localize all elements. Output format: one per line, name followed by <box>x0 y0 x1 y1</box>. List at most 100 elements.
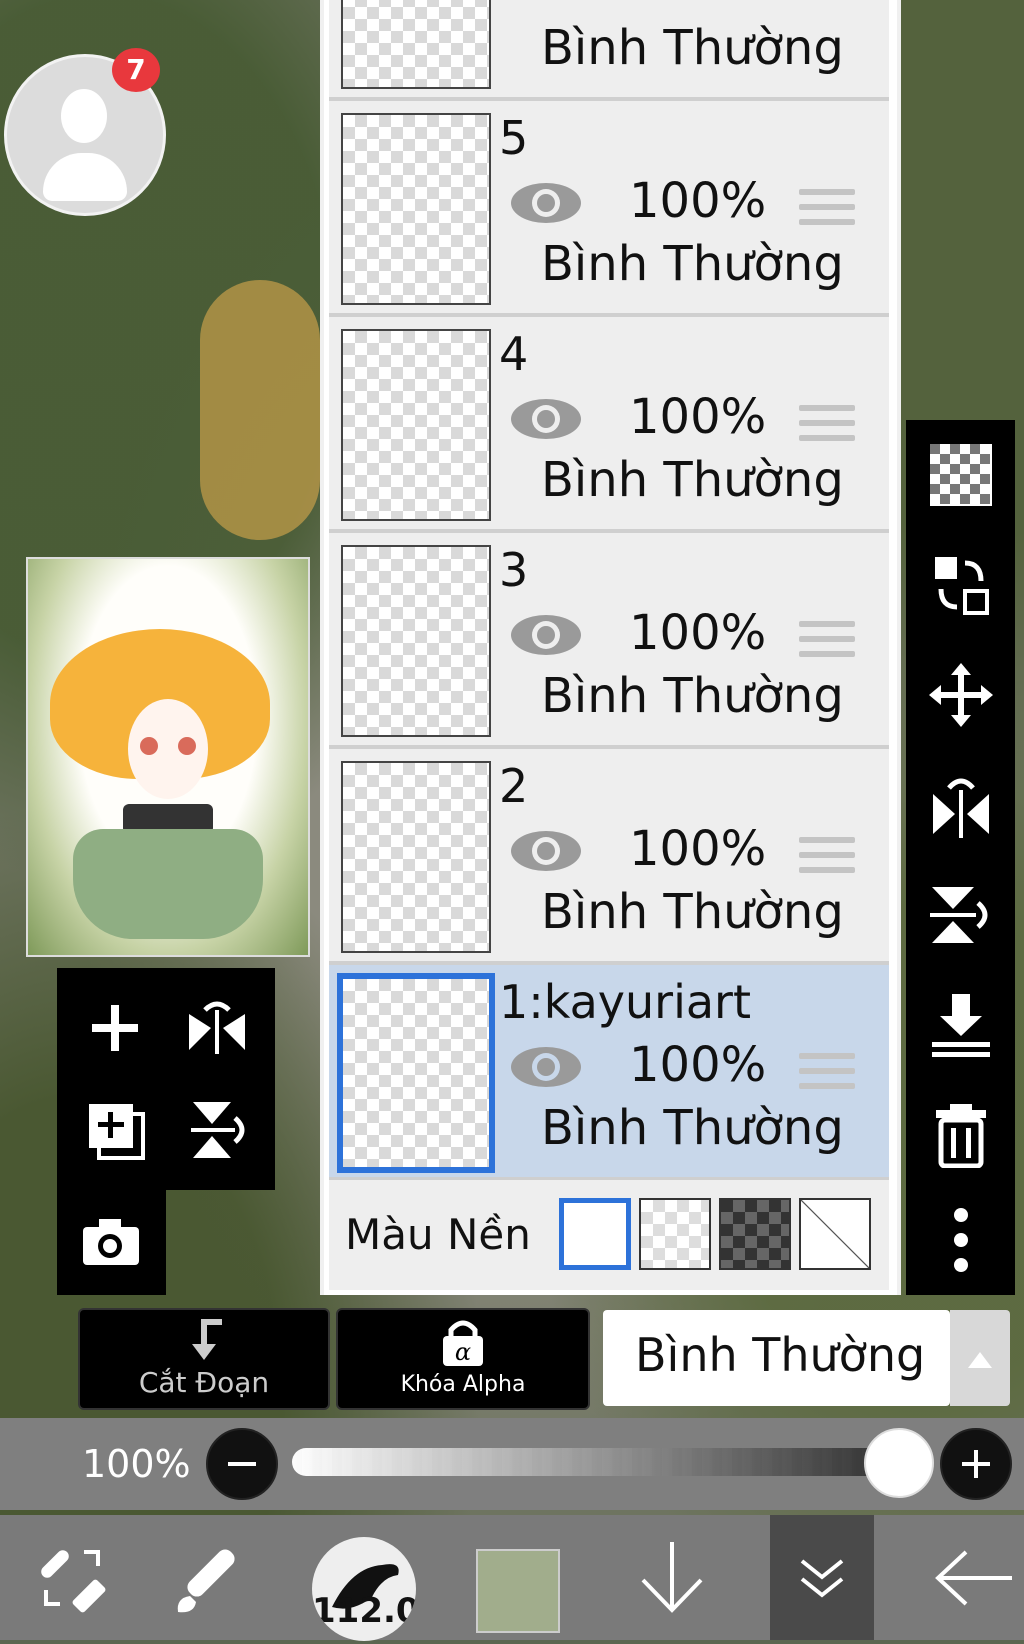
brush-icon <box>177 1548 235 1612</box>
avatar-body-shape <box>43 153 127 201</box>
flip-vertical-icon <box>929 887 987 943</box>
layer-opacity: 100% <box>629 821 767 877</box>
layer-blend-mode: Bình Thường <box>541 452 844 508</box>
layer-blend-mode: Bình Thường <box>541 236 844 292</box>
brush-size-button[interactable]: 112.0 <box>312 1537 416 1641</box>
flip-horizontal-icon <box>189 1001 245 1054</box>
checkerboard-icon <box>929 444 992 506</box>
blend-mode-select[interactable]: Bình Thường <box>603 1310 950 1406</box>
merge-down-button[interactable] <box>906 975 1015 1075</box>
more-options-button[interactable] <box>906 1190 1015 1290</box>
move-arrows-icon <box>928 663 993 727</box>
layer-blend-mode: Bình Thường <box>541 668 844 724</box>
arrow-left-icon <box>935 1550 1012 1605</box>
flip-vertical-button[interactable] <box>167 1080 267 1180</box>
layer-blend-mode: Bình Thường <box>541 1100 844 1156</box>
drag-handle-icon[interactable] <box>799 189 855 229</box>
bg-transparent-option[interactable] <box>799 1198 871 1270</box>
layer-name: 2 <box>499 759 529 813</box>
arrow-down-icon <box>641 1541 703 1613</box>
layer-row[interactable]: Bình Thường <box>329 0 889 101</box>
opacity-value: 100% <box>82 1442 191 1486</box>
layer-opacity: 100% <box>629 605 767 661</box>
bg-white-option[interactable] <box>559 1198 631 1270</box>
flip-vertical-layer-button[interactable] <box>906 865 1015 965</box>
triangle-up-icon <box>968 1352 992 1368</box>
delete-layer-button[interactable] <box>906 1085 1015 1185</box>
flip-vertical-icon <box>191 1102 245 1158</box>
layer-tools-right <box>906 420 1015 1295</box>
more-vertical-icon <box>953 1208 968 1272</box>
layer-row-selected[interactable]: 1:kayuriart 100% Bình Thường <box>329 965 889 1181</box>
layer-tools-left <box>57 968 275 1190</box>
layer-row[interactable]: 3 100% Bình Thường <box>329 533 889 749</box>
eye-icon[interactable] <box>509 1045 583 1089</box>
flip-horizontal-layer-button[interactable] <box>906 755 1015 855</box>
layer-name: 5 <box>499 111 529 165</box>
swap-layer-button[interactable] <box>906 535 1015 635</box>
layer-blend-mode: Bình Thường <box>541 20 844 76</box>
canvas-artwork-fragment <box>200 280 320 540</box>
transparency-button[interactable] <box>906 425 1015 525</box>
clipping-label: Cắt Đoạn <box>138 1366 270 1399</box>
layer-row[interactable]: 2 100% Bình Thường <box>329 749 889 965</box>
eye-icon[interactable] <box>509 397 583 441</box>
layer-thumbnail <box>337 973 495 1173</box>
layer-thumbnail <box>341 113 491 305</box>
bg-dark-checker-option[interactable] <box>719 1198 791 1270</box>
drag-handle-icon[interactable] <box>799 405 855 445</box>
notification-badge: 7 <box>112 48 160 92</box>
layer-thumbnail <box>341 329 491 521</box>
trash-icon <box>935 1104 986 1168</box>
clipping-button[interactable]: Cắt Đoạn <box>78 1308 330 1410</box>
layer-opacity: 100% <box>629 389 767 445</box>
layer-panel-toggle[interactable] <box>770 1515 874 1640</box>
layer-name: 4 <box>499 327 529 381</box>
drag-handle-icon[interactable] <box>799 1053 855 1093</box>
download-button[interactable] <box>620 1515 724 1640</box>
duplicate-layer-button[interactable] <box>65 1080 165 1180</box>
add-layer-button[interactable] <box>65 978 165 1078</box>
eye-icon[interactable] <box>509 181 583 225</box>
layer-thumbnail <box>341 0 491 89</box>
lock-alpha-icon: α <box>443 1320 483 1366</box>
drag-handle-icon[interactable] <box>799 837 855 877</box>
flip-horizontal-button[interactable] <box>167 978 267 1078</box>
bg-light-checker-option[interactable] <box>639 1198 711 1270</box>
current-color-swatch[interactable] <box>476 1549 560 1633</box>
tool-swap-button[interactable] <box>20 1515 124 1640</box>
move-button[interactable] <box>906 645 1015 745</box>
alpha-lock-button[interactable]: α Khóa Alpha <box>336 1308 590 1410</box>
eye-icon[interactable] <box>509 613 583 657</box>
layer-row[interactable]: 5 100% Bình Thường <box>329 101 889 317</box>
opacity-decrease-button[interactable] <box>206 1428 278 1500</box>
double-chevron-down-icon <box>800 1559 844 1598</box>
blend-mode-dropdown-button[interactable] <box>950 1310 1010 1406</box>
layer-name: 3 <box>499 543 529 597</box>
layer-tools-left-bottom <box>57 1190 166 1295</box>
blend-mode-value: Bình Thường <box>635 1328 926 1382</box>
alpha-lock-label: Khóa Alpha <box>400 1372 526 1397</box>
layer-thumbnail <box>341 545 491 737</box>
layer-blend-mode: Bình Thường <box>541 884 844 940</box>
canvas-preview[interactable] <box>26 557 310 957</box>
clip-arrow-icon <box>192 1319 222 1360</box>
opacity-increase-button[interactable] <box>940 1428 1012 1500</box>
plus-icon <box>92 1005 138 1051</box>
layer-name: 1:kayuriart <box>499 975 751 1029</box>
opacity-bar: 100% <box>0 1418 1024 1510</box>
minus-icon <box>228 1462 256 1466</box>
layer-row[interactable]: 4 100% Bình Thường <box>329 317 889 533</box>
preview-eye <box>178 737 196 755</box>
layer-opacity: 100% <box>629 173 767 229</box>
opacity-slider[interactable] <box>292 1448 892 1476</box>
opacity-slider-knob[interactable] <box>864 1428 934 1498</box>
drag-handle-icon[interactable] <box>799 621 855 661</box>
brush-size-value: 112.0 <box>312 1591 416 1631</box>
back-button[interactable] <box>920 1515 1024 1640</box>
brush-tool-button[interactable] <box>160 1515 264 1640</box>
eye-icon[interactable] <box>509 829 583 873</box>
background-color-row: Màu Nền <box>329 1180 889 1290</box>
layer-panel: Bình Thường 5 100% Bình Thường 4 100% Bì… <box>320 0 901 1295</box>
camera-button[interactable] <box>61 1192 161 1292</box>
